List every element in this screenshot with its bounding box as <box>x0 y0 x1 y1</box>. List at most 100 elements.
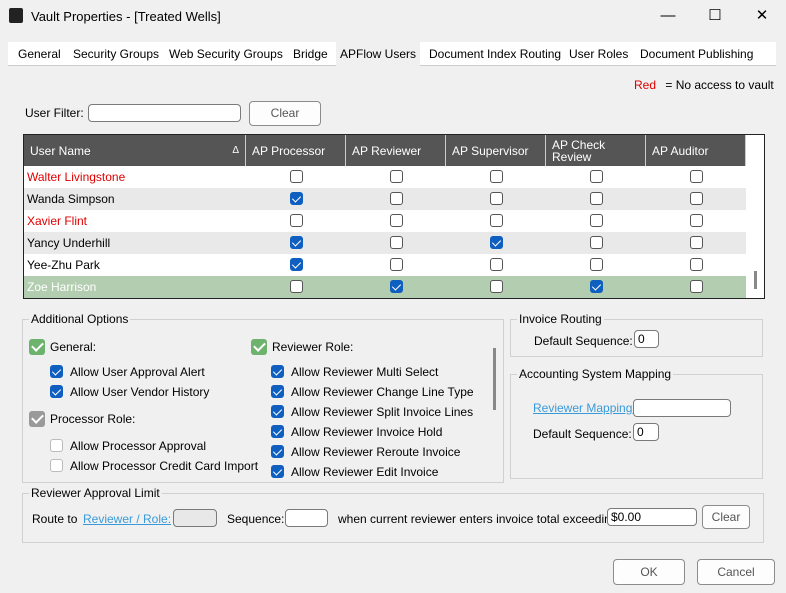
sequence-label: Sequence: <box>227 512 285 526</box>
option-checkbox[interactable] <box>50 385 63 398</box>
role-checkbox-ap-check-review[interactable] <box>590 236 603 249</box>
options-scroll-thumb[interactable] <box>493 348 496 410</box>
option-checkbox[interactable] <box>271 445 284 458</box>
option-checkbox[interactable] <box>271 465 284 478</box>
role-checkbox-ap-supervisor[interactable] <box>490 258 503 271</box>
cancel-button[interactable]: Cancel <box>697 559 775 585</box>
option-checkbox[interactable] <box>271 405 284 418</box>
close-button[interactable]: ✕ <box>752 6 772 26</box>
table-row[interactable]: Yee-Zhu Park <box>24 254 746 276</box>
role-checkbox-ap-auditor[interactable] <box>690 258 703 271</box>
grid-scrollbar[interactable] <box>746 166 764 298</box>
ok-button[interactable]: OK <box>613 559 685 585</box>
role-checkbox-ap-processor[interactable] <box>290 214 303 227</box>
maximize-button[interactable]: ☐ <box>705 6 725 26</box>
option-label: Allow Reviewer Reroute Invoice <box>291 445 461 459</box>
option-checkbox[interactable] <box>50 459 63 472</box>
minimize-button[interactable]: — <box>658 6 678 26</box>
tab-security-groups[interactable]: Security Groups <box>69 42 163 66</box>
role-checkbox-ap-reviewer[interactable] <box>390 280 403 293</box>
option-label: Allow Processor Credit Card Import <box>70 459 259 473</box>
role-checkbox-ap-reviewer[interactable] <box>390 192 403 205</box>
table-row[interactable]: Walter Livingstone <box>24 166 746 188</box>
option-label: Allow Reviewer Multi Select <box>291 365 439 379</box>
amount-input[interactable] <box>607 508 697 526</box>
role-checkbox-ap-check-review[interactable] <box>590 258 603 271</box>
role-checkbox-ap-reviewer[interactable] <box>390 236 403 249</box>
role-checkbox-ap-check-review[interactable] <box>590 214 603 227</box>
role-checkbox-ap-reviewer[interactable] <box>390 214 403 227</box>
role-checkbox-ap-reviewer[interactable] <box>390 170 403 183</box>
role-checkbox-ap-auditor[interactable] <box>690 170 703 183</box>
option-label: Allow Reviewer Edit Invoice <box>291 465 439 479</box>
tab-apflow-users[interactable]: APFlow Users <box>336 42 421 66</box>
tab-general[interactable]: General <box>14 42 65 66</box>
reviewer-mapping-link[interactable]: Reviewer Mapping: <box>533 401 636 415</box>
option-checkbox[interactable] <box>271 425 284 438</box>
option-checkbox[interactable] <box>271 385 284 398</box>
role-checkbox-ap-supervisor[interactable] <box>490 192 503 205</box>
amount-clear-button[interactable]: Clear <box>702 505 750 529</box>
reviewer-mapping-input[interactable] <box>633 399 731 417</box>
column-header-label: AP Check Review <box>552 137 606 164</box>
role-checkbox-ap-auditor[interactable] <box>690 214 703 227</box>
column-header-ap-processor[interactable]: AP Processor <box>246 135 346 166</box>
role-checkbox-ap-processor[interactable] <box>290 236 303 249</box>
user-filter-input[interactable] <box>88 104 241 122</box>
reviewer-role-checkbox[interactable] <box>251 339 267 355</box>
tab-bridge[interactable]: Bridge <box>289 42 332 66</box>
filter-clear-button[interactable]: Clear <box>249 101 321 126</box>
table-row[interactable]: Yancy Underhill <box>24 232 746 254</box>
option-checkbox[interactable] <box>271 365 284 378</box>
role-checkbox-ap-supervisor[interactable] <box>490 280 503 293</box>
tab-user-roles[interactable]: User Roles <box>565 42 632 66</box>
role-checkbox-ap-processor[interactable] <box>290 192 303 205</box>
column-header-label: AP Auditor <box>652 143 709 158</box>
role-checkbox-ap-auditor[interactable] <box>690 280 703 293</box>
role-checkbox-ap-check-review[interactable] <box>590 192 603 205</box>
legend-red: Red <box>634 78 657 92</box>
column-header-ap-reviewer[interactable]: AP Reviewer <box>346 135 446 166</box>
role-checkbox-ap-auditor[interactable] <box>690 236 703 249</box>
option-checkbox[interactable] <box>50 365 63 378</box>
user-name: Zoe Harrison <box>27 280 97 294</box>
table-row[interactable]: Xavier Flint <box>24 210 746 232</box>
column-header-label: AP Reviewer <box>352 143 422 158</box>
role-checkbox-ap-processor[interactable] <box>290 258 303 271</box>
column-header-ap-check-review[interactable]: AP Check Review <box>546 135 646 166</box>
sequence-input[interactable] <box>285 509 328 527</box>
tab-web-security-groups[interactable]: Web Security Groups <box>165 42 287 66</box>
column-header-label: AP Processor <box>252 143 326 158</box>
role-checkbox-ap-supervisor[interactable] <box>490 170 503 183</box>
table-row[interactable]: Wanda Simpson <box>24 188 746 210</box>
table-row[interactable]: Zoe Harrison <box>24 276 746 298</box>
sort-ascending-icon: Δ <box>232 144 239 156</box>
column-header-ap-auditor[interactable]: AP Auditor <box>646 135 746 166</box>
role-checkbox-ap-check-review[interactable] <box>590 280 603 293</box>
processor-role-checkbox[interactable] <box>29 411 45 427</box>
option-checkbox[interactable] <box>50 439 63 452</box>
app-icon <box>9 8 23 23</box>
user-name: Xavier Flint <box>27 214 88 228</box>
default-sequence-input[interactable] <box>634 330 659 348</box>
general-checkbox[interactable] <box>29 339 45 355</box>
reviewer-role-link[interactable]: Reviewer / Role: <box>83 512 171 526</box>
reviewer-role-input[interactable] <box>173 509 217 527</box>
tab-document-publishing[interactable]: Document Publishing <box>636 42 757 66</box>
accounting-mapping-title: Accounting System Mapping <box>517 367 674 381</box>
role-checkbox-ap-check-review[interactable] <box>590 170 603 183</box>
tab-document-index-routing[interactable]: Document Index Routing <box>425 42 565 66</box>
invoice-routing-title: Invoice Routing <box>517 312 604 326</box>
role-checkbox-ap-reviewer[interactable] <box>390 258 403 271</box>
approval-limit-title: Reviewer Approval Limit <box>29 486 162 500</box>
accounting-sequence-input[interactable] <box>633 423 659 441</box>
scroll-thumb[interactable] <box>754 271 757 289</box>
column-header-user-name[interactable]: User Name Δ <box>24 135 246 166</box>
role-checkbox-ap-supervisor[interactable] <box>490 236 503 249</box>
role-checkbox-ap-processor[interactable] <box>290 280 303 293</box>
role-checkbox-ap-processor[interactable] <box>290 170 303 183</box>
column-header-ap-supervisor[interactable]: AP Supervisor <box>446 135 546 166</box>
option-label: Allow Reviewer Invoice Hold <box>291 425 443 439</box>
role-checkbox-ap-auditor[interactable] <box>690 192 703 205</box>
role-checkbox-ap-supervisor[interactable] <box>490 214 503 227</box>
